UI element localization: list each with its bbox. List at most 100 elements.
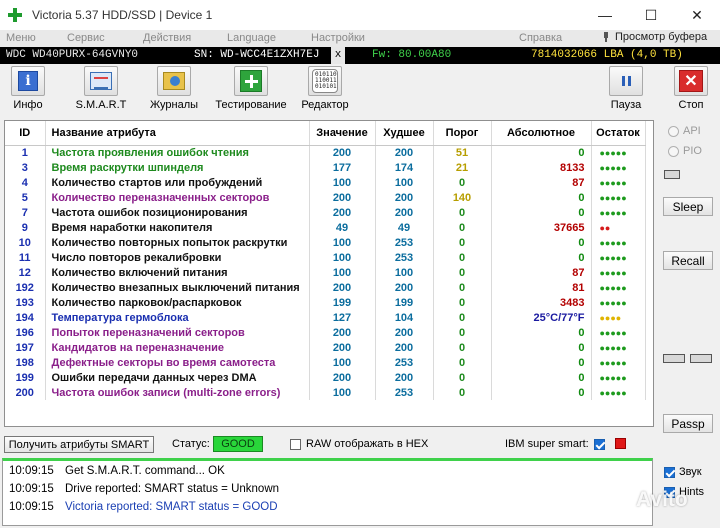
attr-name: Количество переназначенных секторов [45, 190, 310, 205]
table-row[interactable]: 3 Время раскрутки шпинделя 177 174 21 8133 ●●●… [5, 160, 646, 175]
menu-item-settings[interactable]: Настройки [311, 32, 365, 44]
sound-option[interactable]: Звук [664, 466, 702, 478]
col-header-remaining[interactable]: Остаток [591, 121, 646, 146]
stop-button[interactable]: ✕ Стоп [670, 66, 712, 114]
ibm-super-smart-label: IBM super smart: [505, 438, 589, 450]
sound-checkbox[interactable] [664, 466, 675, 478]
status-badge: GOOD [213, 436, 263, 452]
maximize-button[interactable]: ☐ [628, 0, 674, 30]
col-header-id[interactable]: ID [5, 121, 46, 146]
raw-hex-checkbox[interactable] [290, 438, 301, 450]
table-row[interactable]: 1 Частота проявления ошибок чтения 200 200 5… [5, 145, 646, 160]
col-header-threshold[interactable]: Порог [433, 121, 492, 146]
attr-remaining: ●●●●● [591, 190, 646, 205]
drive-close-button[interactable]: x [331, 47, 345, 64]
table-row[interactable]: 196 Попыток переназначений секторов 200 200… [5, 325, 646, 340]
attr-threshold: 0 [433, 265, 492, 280]
api-radio[interactable]: API [668, 125, 701, 137]
attr-raw: 0 [491, 340, 592, 355]
ibm-super-smart-checkbox[interactable] [593, 438, 605, 450]
col-header-raw[interactable]: Абсолютное [491, 121, 592, 146]
table-row[interactable]: 198 Дефектные секторы во время самотеста 1… [5, 355, 646, 370]
testing-button[interactable]: Тестирование [213, 66, 289, 114]
hints-checkbox[interactable] [664, 486, 675, 498]
right-small-button[interactable] [690, 354, 712, 363]
attr-id: 5 [5, 190, 46, 205]
attr-raw: 0 [491, 385, 592, 400]
attr-id: 200 [5, 385, 46, 400]
menu-item-menu[interactable]: Меню [6, 32, 36, 44]
menu-item-actions[interactable]: Действия [143, 32, 191, 44]
col-header-worst[interactable]: Худшее [375, 121, 434, 146]
drive-model[interactable]: WDC WD40PURX-64GVNY0 [6, 49, 138, 61]
table-row[interactable]: 199 Ошибки передачи данных через DMA 200 20… [5, 370, 646, 385]
attr-id: 4 [5, 175, 46, 190]
attr-remaining: ●●●●● [591, 385, 646, 400]
minimize-button[interactable]: — [582, 0, 628, 30]
raw-hex-label: RAW отображать в HEX [306, 438, 429, 450]
log-row: 10:09:15 Drive reported: SMART status = … [3, 480, 652, 497]
attr-id: 1 [5, 145, 46, 160]
attr-worst: 200 [375, 325, 434, 340]
get-smart-attributes-button[interactable]: Получить атрибуты SMART [4, 436, 154, 453]
attr-raw: 0 [491, 370, 592, 385]
table-row[interactable]: 194 Температура гермоблока 127 104 0 25°C/77°… [5, 310, 646, 325]
raw-hex-option[interactable]: RAW отображать в HEX [290, 438, 428, 450]
attr-value: 49 [309, 220, 376, 235]
attr-threshold: 0 [433, 220, 492, 235]
table-row[interactable]: 200 Частота ошибок записи (multi-zone err… [5, 385, 646, 400]
table-row[interactable]: 5 Количество переназначенных секторов 200 2… [5, 190, 646, 205]
logs-button[interactable]: Журналы [146, 66, 202, 114]
attr-raw: 81 [491, 280, 592, 295]
editor-button[interactable]: 010110 110011 010101 Редактор [298, 66, 352, 114]
stop-label: Стоп [678, 99, 704, 111]
attr-worst: 253 [375, 355, 434, 370]
attr-id: 9 [5, 220, 46, 235]
attr-threshold: 51 [433, 145, 492, 160]
table-row[interactable]: 10 Количество повторных попыток раскрутки… [5, 235, 646, 250]
attr-remaining: ●●●●● [591, 175, 646, 190]
table-row[interactable]: 7 Частота ошибок позиционирования 200 200 0 0… [5, 205, 646, 220]
attr-id: 12 [5, 265, 46, 280]
attr-worst: 104 [375, 310, 434, 325]
table-row[interactable]: 9 Время наработки накопителя 49 49 0 37665 ●● [5, 220, 646, 235]
smart-button[interactable]: S.M.A.R.T [70, 66, 132, 114]
attr-name: Попыток переназначений секторов [45, 325, 310, 340]
recall-button[interactable]: Recall [663, 251, 713, 270]
info-button[interactable]: i Инфо [8, 66, 48, 114]
api-radio-circle [668, 125, 679, 137]
table-row[interactable]: 4 Количество стартов или пробуждений 100 10… [5, 175, 646, 190]
attr-remaining: ●●●●● [591, 295, 646, 310]
attr-name: Время раскрутки шпинделя [45, 160, 310, 175]
attr-name: Количество парковок/распарковок [45, 295, 310, 310]
sleep-button[interactable]: Sleep [663, 197, 713, 216]
pause-button[interactable]: Пауза [606, 66, 646, 114]
pause-label: Пауза [610, 99, 642, 111]
attr-worst: 100 [375, 175, 434, 190]
table-row[interactable]: 12 Количество включений питания 100 100 0 87 ●… [5, 265, 646, 280]
attr-name: Частота ошибок позиционирования [45, 205, 310, 220]
attr-value: 199 [309, 295, 376, 310]
table-row[interactable]: 11 Число повторов рекалибровки 100 253 0 0 ●●●… [5, 250, 646, 265]
col-header-value[interactable]: Значение [309, 121, 376, 146]
table-row[interactable]: 197 Кандидатов на переназначение 200 200 0 0 ●… [5, 340, 646, 355]
ibm-super-smart-option[interactable]: IBM super smart: [505, 438, 605, 450]
attr-remaining: ●●●●● [591, 250, 646, 265]
hints-option[interactable]: Hints [664, 486, 704, 498]
attr-name: Ошибки передачи данных через DMA [45, 370, 310, 385]
buffer-viewer-link[interactable]: Просмотр буфера [601, 31, 707, 43]
menu-item-help[interactable]: Справка [519, 32, 562, 44]
table-row[interactable]: 192 Количество внезапных выключений питан… [5, 280, 646, 295]
close-button[interactable]: ✕ [674, 0, 720, 30]
passp-button[interactable]: Passp [663, 414, 713, 433]
logs-icon [163, 72, 185, 90]
attr-remaining: ●●●●● [591, 265, 646, 280]
menu-item-service[interactable]: Сервис [67, 32, 105, 44]
left-small-button[interactable] [663, 354, 685, 363]
menu-item-language[interactable]: Language [227, 32, 276, 44]
attr-remaining: ●● [591, 220, 646, 235]
table-row[interactable]: 193 Количество парковок/распарковок 199 199… [5, 295, 646, 310]
pio-radio[interactable]: PIO [668, 145, 702, 157]
col-header-name[interactable]: Название атрибута [45, 121, 310, 146]
info-icon: i [18, 71, 38, 91]
